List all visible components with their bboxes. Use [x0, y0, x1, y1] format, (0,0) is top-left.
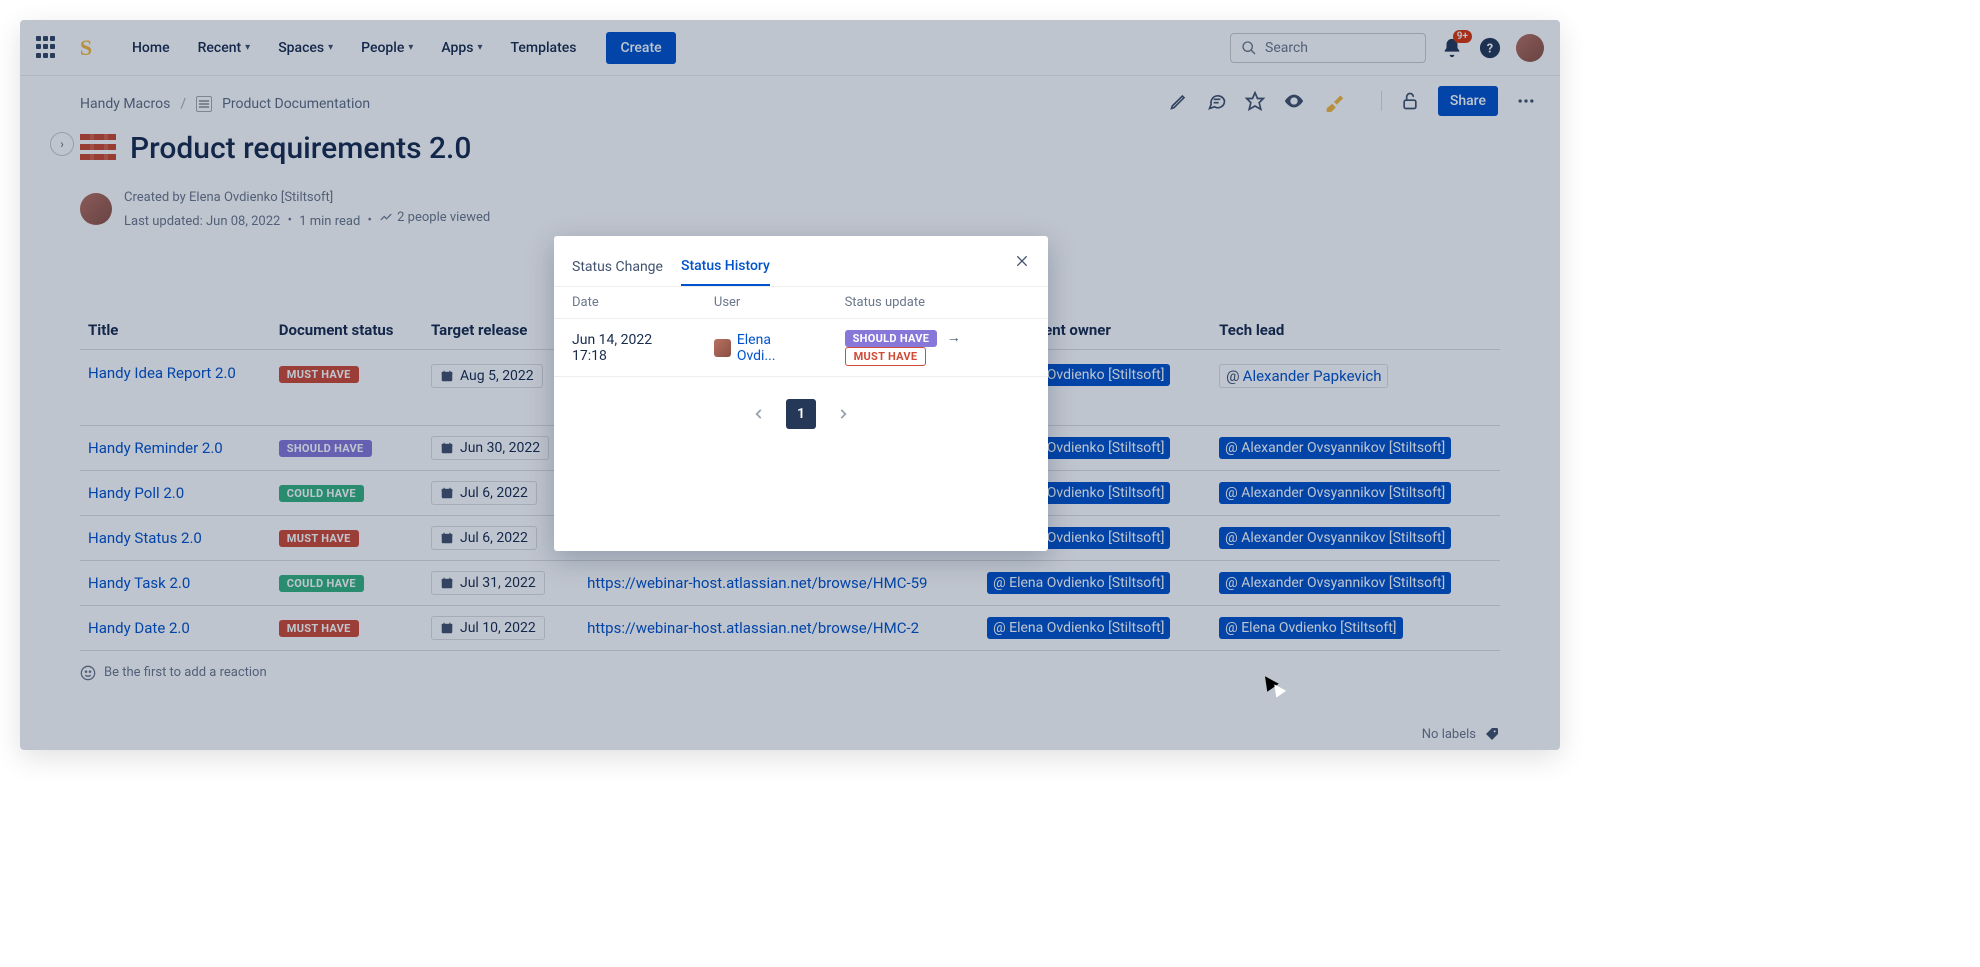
hist-col-update: Status update: [827, 287, 1048, 319]
hist-col-user: User: [696, 287, 827, 319]
app-frame: S Home Recent▾ Spaces▾ People▾ Apps▾ Tem…: [20, 20, 1560, 750]
status-to: MUST HAVE: [845, 347, 927, 366]
hist-col-date: Date: [554, 287, 696, 319]
chevron-left-icon: [752, 407, 766, 421]
pager-next[interactable]: [828, 399, 858, 429]
status-history-modal: Status Change Status History Date User S…: [554, 236, 1048, 551]
tab-status-change[interactable]: Status Change: [572, 249, 663, 285]
hist-user-link[interactable]: Elena Ovdi...: [737, 332, 809, 364]
arrow-icon: →: [947, 330, 961, 346]
status-from: SHOULD HAVE: [845, 330, 938, 347]
history-table: Date User Status update Jun 14, 2022 17:…: [554, 287, 1048, 377]
hist-update: SHOULD HAVE → MUST HAVE: [827, 319, 1048, 377]
pager-prev[interactable]: [744, 399, 774, 429]
pager-page-1[interactable]: 1: [786, 399, 816, 429]
close-icon: [1014, 253, 1030, 269]
hist-date: Jun 14, 2022 17:18: [554, 319, 696, 377]
chevron-right-icon: [836, 407, 850, 421]
tab-status-history[interactable]: Status History: [681, 248, 770, 286]
modal-close-button[interactable]: [1014, 253, 1030, 281]
pagination: 1: [554, 399, 1048, 429]
history-row: Jun 14, 2022 17:18 Elena Ovdi... SHOULD …: [554, 319, 1048, 377]
user-avatar-icon: [714, 339, 731, 357]
